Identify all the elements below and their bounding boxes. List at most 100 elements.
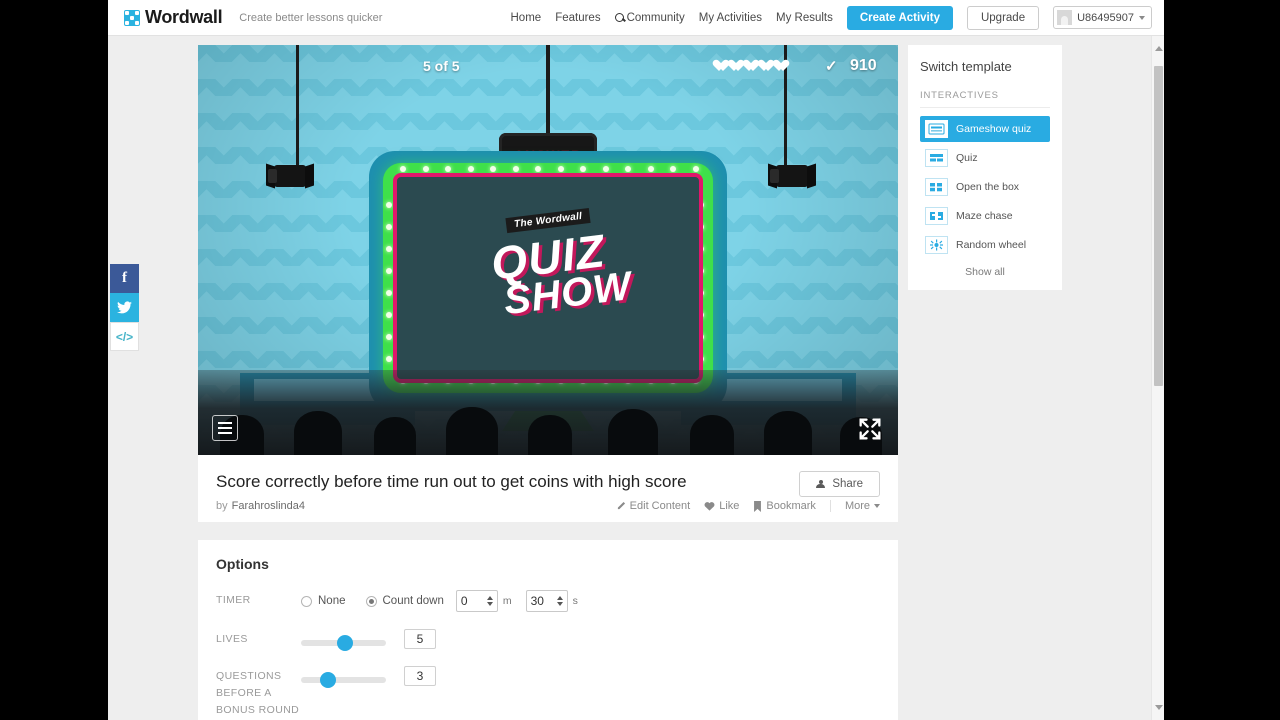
questions-label-line1: QUESTIONS bbox=[216, 670, 282, 683]
author-link[interactable]: Farahroslinda4 bbox=[232, 500, 305, 512]
share-facebook-button[interactable]: f bbox=[110, 264, 139, 293]
nav-item-my-activities[interactable]: My Activities bbox=[699, 12, 762, 24]
quiz-show-logo: The Wordwall QUIZ SHOW bbox=[383, 207, 713, 323]
audience-head bbox=[690, 415, 734, 455]
marquee-bulb-icon bbox=[692, 165, 699, 172]
divider bbox=[829, 500, 831, 513]
edit-content-label: Edit Content bbox=[629, 500, 691, 513]
social-share-rail: f </> bbox=[110, 264, 139, 351]
screen: Wordwall Create better lessons quicker H… bbox=[0, 0, 1280, 720]
switch-template-heading: Switch template bbox=[920, 59, 1012, 74]
questions-slider-knob[interactable] bbox=[320, 671, 337, 688]
quiz-show-marquee: The Wordwall QUIZ SHOW bbox=[369, 151, 727, 411]
share-button[interactable]: Share bbox=[799, 471, 880, 497]
share-embed-button[interactable]: </> bbox=[110, 322, 139, 351]
maze-chase-thumb-icon bbox=[925, 207, 948, 225]
chevron-down-icon bbox=[874, 504, 880, 509]
timer-row: TIMER None Count down 0 m 30 s bbox=[216, 590, 880, 613]
bookmark-button[interactable]: Bookmark bbox=[753, 500, 816, 512]
timer-countdown-radio[interactable] bbox=[365, 595, 377, 607]
audience-head bbox=[294, 411, 342, 455]
brand-tagline: Create better lessons quicker bbox=[239, 11, 383, 24]
open-the-box-thumb-icon bbox=[925, 178, 948, 196]
marquee-bulb-icon bbox=[385, 356, 392, 362]
options-card: Options TIMER None Count down 0 m 30 s L… bbox=[198, 540, 898, 720]
audience-head bbox=[446, 407, 498, 455]
scrollbar-thumb[interactable] bbox=[1154, 66, 1163, 386]
edit-content-button[interactable]: Edit Content bbox=[616, 500, 691, 513]
questions-label-line2: BEFORE A bbox=[216, 687, 272, 700]
nav-item-features[interactable]: Features bbox=[555, 12, 600, 24]
template-item-gameshow-quiz[interactable]: Gameshow quiz bbox=[920, 116, 1050, 142]
template-item-open-the-box[interactable]: Open the box bbox=[920, 174, 1050, 200]
marquee-bulb-icon bbox=[400, 165, 406, 172]
template-item-maze-chase[interactable]: Maze chase bbox=[920, 203, 1050, 229]
marquee-bulb-icon bbox=[490, 165, 496, 172]
page-title: Score correctly before time run out to g… bbox=[216, 472, 687, 491]
search-icon bbox=[614, 13, 624, 22]
chevron-down-icon bbox=[1139, 15, 1145, 20]
brand-logo[interactable]: Wordwall bbox=[124, 7, 223, 28]
timer-minutes-stepper[interactable]: 0 bbox=[455, 590, 498, 613]
interactives-section-label: INTERACTIVES bbox=[920, 90, 1050, 108]
page-body: f </> ANSWER bbox=[108, 36, 1164, 720]
timer-minutes-unit: m bbox=[502, 595, 512, 608]
share-twitter-button[interactable] bbox=[110, 293, 139, 322]
nav-item-community[interactable]: Community bbox=[614, 11, 685, 24]
questions-slider[interactable] bbox=[301, 671, 386, 688]
user-menu[interactable]: U86495907 bbox=[1053, 6, 1152, 29]
bookmark-icon bbox=[754, 500, 762, 512]
heart-icon bbox=[776, 60, 789, 72]
marquee-bulb-icon bbox=[512, 165, 519, 172]
activity-preview-player[interactable]: ANSWER bbox=[198, 45, 898, 455]
lives-hearts bbox=[716, 60, 789, 72]
scroll-down-arrow-icon[interactable] bbox=[1155, 705, 1163, 710]
fullscreen-button[interactable] bbox=[856, 415, 884, 443]
correct-check-icon: ✓ bbox=[825, 58, 838, 75]
nav-item-my-results[interactable]: My Results bbox=[776, 12, 833, 24]
score-value: 910 bbox=[850, 57, 877, 74]
nav-item-home[interactable]: Home bbox=[511, 12, 542, 24]
game-hud: 5 of 5 ✓ 910 bbox=[198, 53, 898, 79]
player-menu-button[interactable] bbox=[212, 415, 238, 441]
template-item-quiz[interactable]: Quiz bbox=[920, 145, 1050, 171]
page-scrollbar[interactable] bbox=[1151, 36, 1164, 720]
timer-countdown-label: Count down bbox=[382, 595, 444, 608]
like-button[interactable]: Like bbox=[704, 500, 739, 512]
scroll-up-arrow-icon[interactable] bbox=[1155, 46, 1163, 51]
wordwall-logo-icon bbox=[124, 9, 140, 26]
lives-row: LIVES 5 bbox=[216, 629, 880, 651]
nav-item-community-label: Community bbox=[626, 11, 685, 24]
timer-seconds-unit: s bbox=[572, 595, 578, 608]
person-icon bbox=[816, 479, 826, 489]
stepper-arrows-icon bbox=[556, 596, 563, 607]
twitter-icon bbox=[117, 301, 132, 314]
lives-value[interactable]: 5 bbox=[404, 629, 436, 650]
show-all-templates-link[interactable]: Show all bbox=[920, 266, 1050, 278]
letterbox-left bbox=[0, 0, 108, 720]
timer-seconds-stepper[interactable]: 30 bbox=[525, 590, 568, 613]
options-heading: Options bbox=[216, 556, 269, 573]
upgrade-button[interactable]: Upgrade bbox=[966, 5, 1040, 30]
timer-minutes-value: 0 bbox=[460, 594, 468, 609]
site-header: Wordwall Create better lessons quicker H… bbox=[108, 0, 1164, 36]
username-label: U86495907 bbox=[1077, 11, 1134, 24]
like-label: Like bbox=[719, 500, 740, 513]
template-label: Gameshow quiz bbox=[956, 123, 1032, 135]
questions-value[interactable]: 3 bbox=[404, 666, 436, 687]
gameshow-quiz-thumb-icon bbox=[925, 120, 948, 138]
lives-slider[interactable] bbox=[301, 634, 386, 651]
timer-label: TIMER bbox=[216, 594, 251, 607]
marquee-bulb-icon bbox=[445, 165, 451, 172]
random-wheel-thumb-icon bbox=[925, 236, 948, 254]
question-progress: 5 of 5 bbox=[423, 58, 460, 74]
questions-label: QUESTIONS BEFORE A BONUS ROUND bbox=[216, 666, 301, 718]
audience-head bbox=[528, 415, 572, 455]
lives-slider-knob[interactable] bbox=[337, 634, 354, 651]
switch-template-panel: Switch template INTERACTIVES Gameshow qu… bbox=[908, 45, 1062, 290]
more-button[interactable]: More bbox=[845, 500, 880, 512]
create-activity-button[interactable]: Create Activity bbox=[846, 5, 953, 30]
timer-none-radio[interactable] bbox=[301, 595, 312, 607]
template-label: Open the box bbox=[956, 181, 1020, 193]
template-item-random-wheel[interactable]: Random wheel bbox=[920, 232, 1050, 258]
